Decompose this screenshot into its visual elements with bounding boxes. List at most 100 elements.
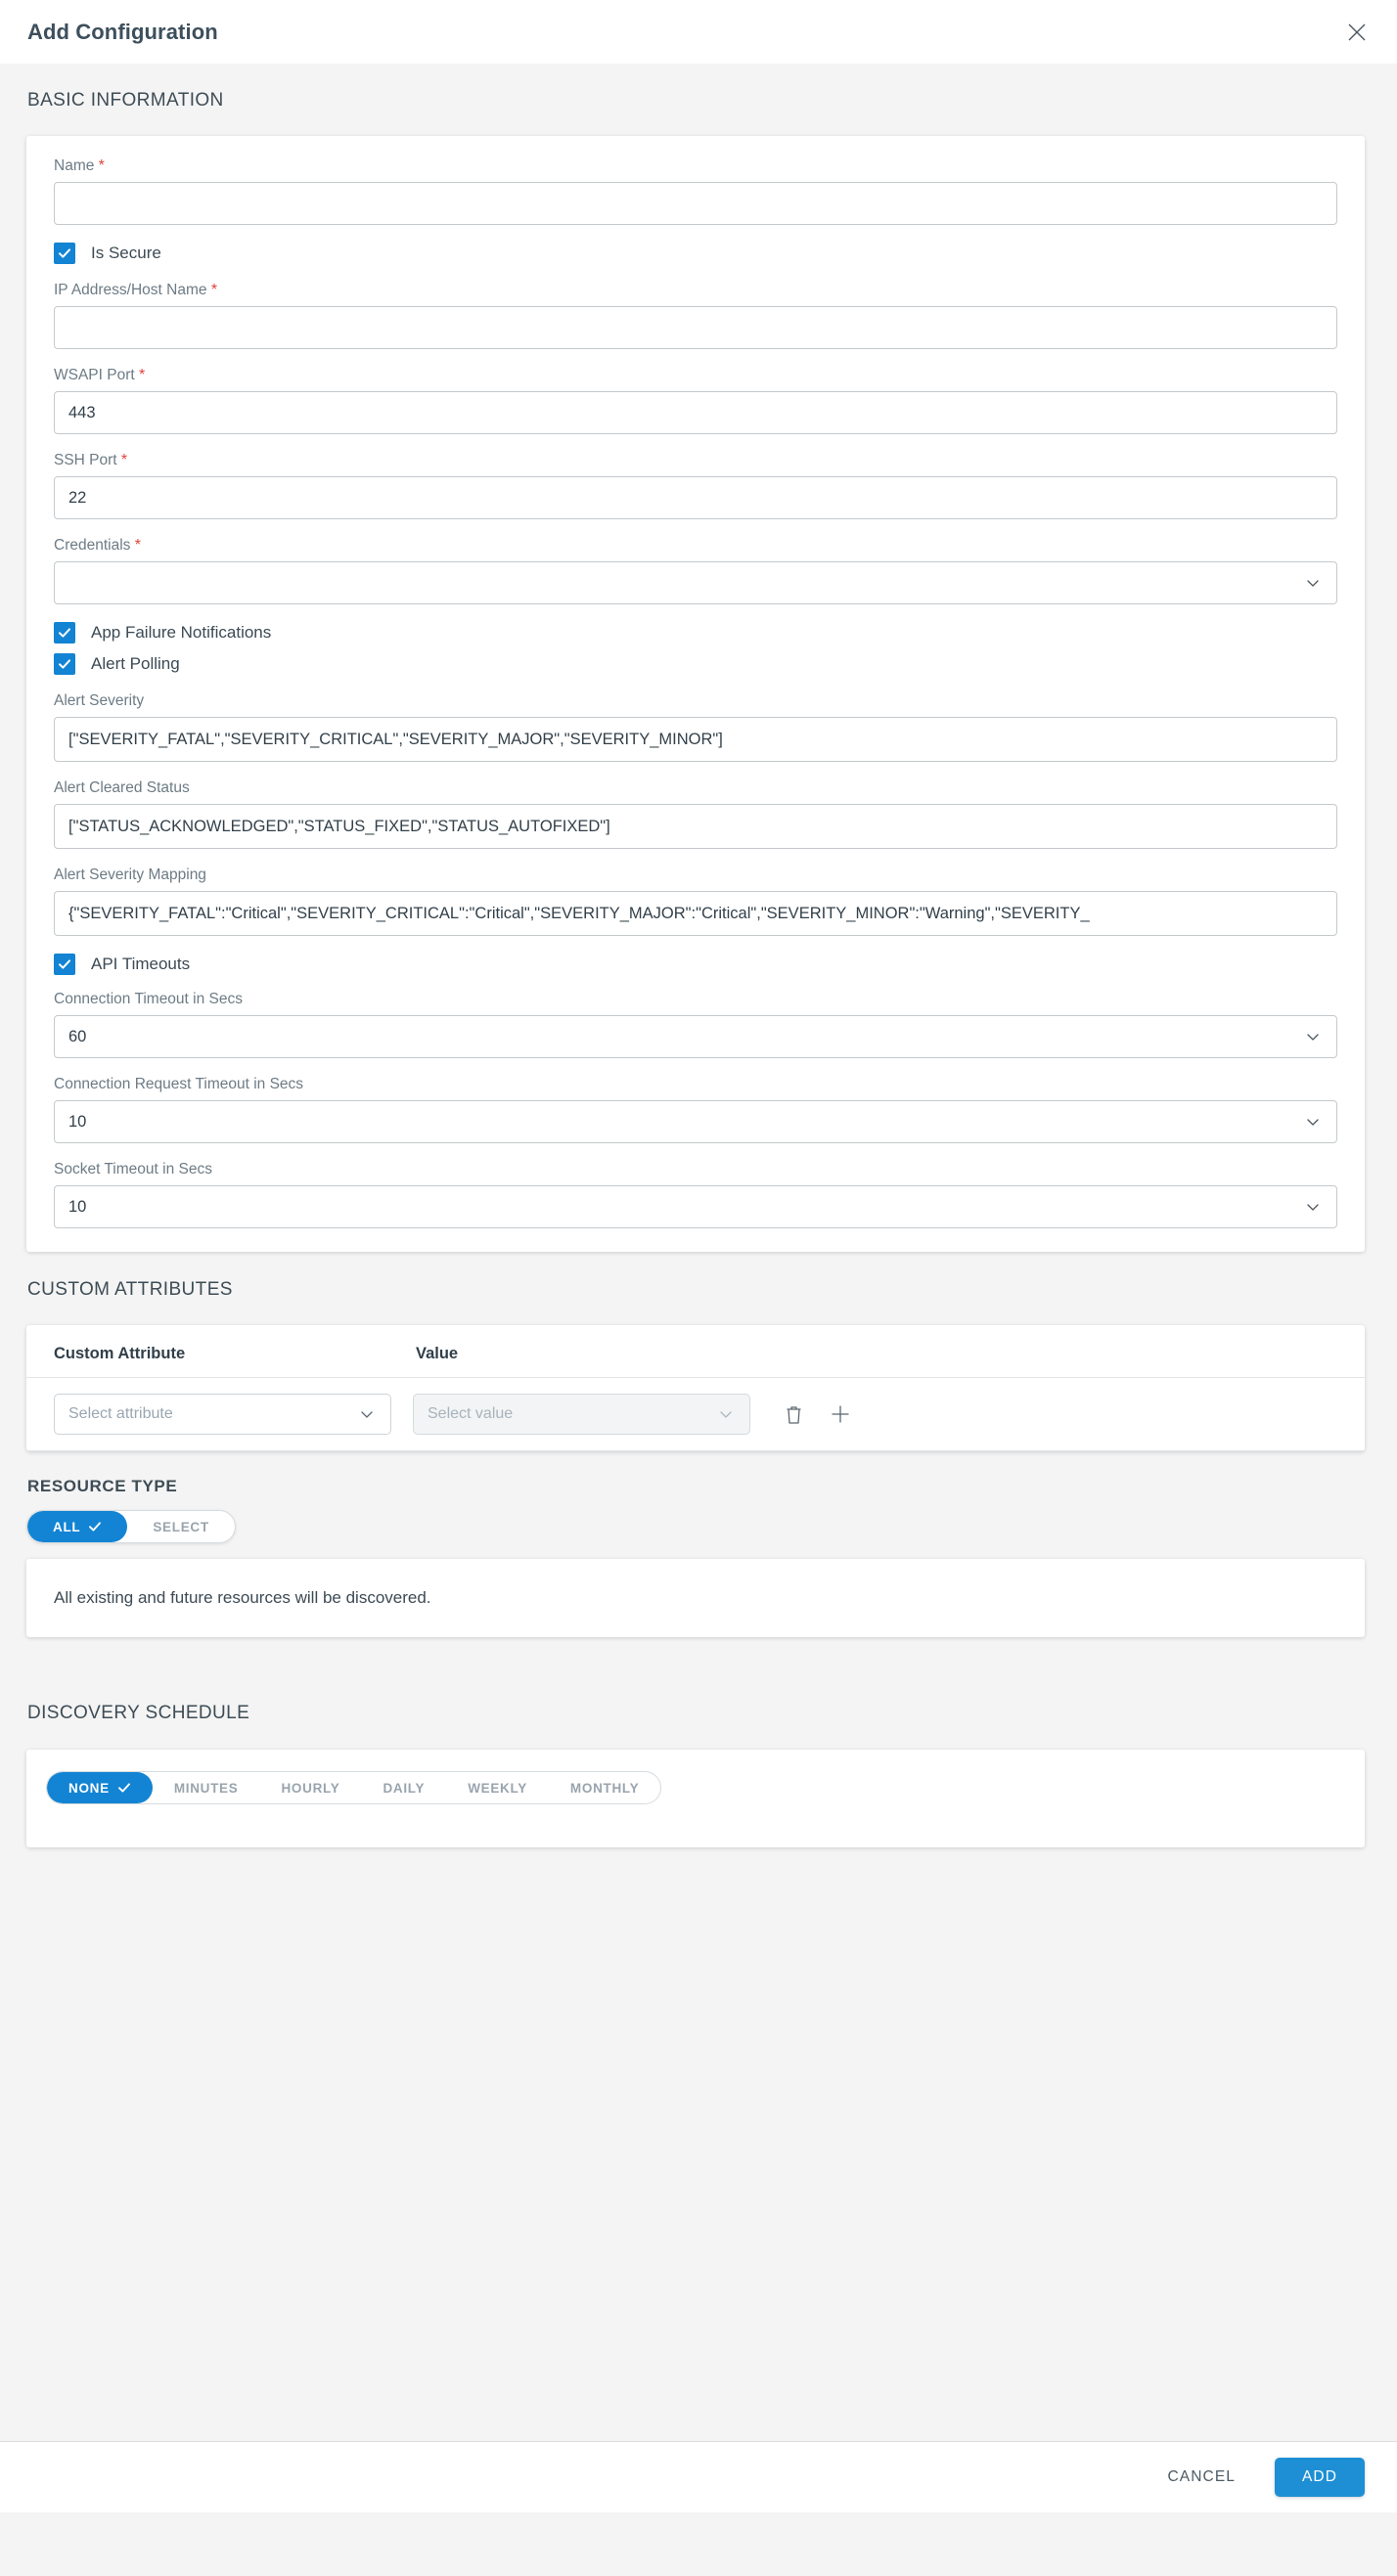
credentials-label: Credentials * [54,537,141,554]
section-resource-type: RESOURCE TYPE [27,1477,178,1495]
checkbox-app-failure-notifications[interactable] [54,622,75,644]
field-wsapi-port: WSAPI Port * 443 [54,367,1337,434]
field-alert-severity-mapping: Alert Severity Mapping {"SEVERITY_FATAL"… [54,866,1337,936]
connection-request-timeout-label: Connection Request Timeout in Secs [54,1076,304,1092]
resource-type-option-select[interactable]: SELECT [127,1511,234,1542]
alert-severity-mapping-label: Alert Severity Mapping [54,866,206,883]
alert-severity-mapping-input[interactable]: {"SEVERITY_FATAL":"Critical","SEVERITY_C… [54,891,1337,936]
alert-cleared-status-label: Alert Cleared Status [54,779,190,796]
check-icon [88,1520,102,1533]
socket-timeout-label: Socket Timeout in Secs [54,1161,212,1177]
field-ssh-port: SSH Port * 22 [54,452,1337,519]
schedule-option-monthly[interactable]: MONTHLY [549,1772,660,1803]
ssh-port-label: SSH Port * [54,452,128,468]
plus-icon[interactable] [823,1397,858,1432]
schedule-monthly-label: MONTHLY [569,1780,640,1796]
chevron-down-icon [1305,1114,1321,1130]
custom-attributes-card: Custom Attribute Value Select attribute … [26,1325,1365,1451]
ip-address-input[interactable] [54,306,1337,349]
value-select[interactable]: Select value [413,1394,750,1435]
schedule-option-daily[interactable]: DAILY [361,1772,446,1803]
field-ip-address: IP Address/Host Name * [54,282,1337,349]
page-title: Add Configuration [27,19,218,44]
chevron-down-icon [359,1406,375,1422]
connection-request-timeout-value: 10 [68,1112,87,1131]
dialog-footer: CANCEL ADD [0,2441,1397,2512]
section-basic-information: BASIC INFORMATION [27,90,224,111]
custom-attributes-header: Custom Attribute Value [26,1325,1365,1378]
credentials-select[interactable] [54,561,1337,604]
schedule-hourly-label: HOURLY [281,1780,340,1796]
resource-type-option-all[interactable]: ALL [27,1511,128,1542]
column-header-value: Value [416,1345,459,1362]
alert-polling-row[interactable]: Alert Polling [54,653,1337,675]
required-marker: * [210,282,218,298]
schedule-minutes-label: MINUTES [173,1780,239,1796]
chevron-down-icon [718,1406,734,1422]
api-timeouts-label: API Timeouts [91,955,191,973]
alert-severity-label: Alert Severity [54,692,145,709]
resource-type-info-card: All existing and future resources will b… [26,1559,1365,1637]
required-marker: * [120,452,128,468]
field-credentials: Credentials * [54,537,1337,604]
alert-polling-label: Alert Polling [91,654,180,673]
field-connection-timeout: Connection Timeout in Secs 60 [54,991,1337,1058]
basic-information-card: Name * Is Secure IP Address/Host Name * … [26,136,1365,1252]
field-name: Name * [54,157,1337,225]
chevron-down-icon [1305,1199,1321,1215]
schedule-daily-label: DAILY [383,1780,426,1796]
connection-timeout-value: 60 [68,1027,87,1045]
required-marker: * [134,537,141,554]
name-input[interactable] [54,182,1337,225]
alert-severity-input[interactable]: ["SEVERITY_FATAL","SEVERITY_CRITICAL","S… [54,717,1337,762]
schedule-option-none[interactable]: NONE [47,1772,153,1803]
cancel-button[interactable]: CANCEL [1154,2459,1249,2496]
field-alert-severity: Alert Severity ["SEVERITY_FATAL","SEVERI… [54,692,1337,762]
schedule-option-hourly[interactable]: HOURLY [259,1772,361,1803]
connection-timeout-label: Connection Timeout in Secs [54,991,243,1007]
required-marker: * [139,367,146,383]
dialog-body: BASIC INFORMATION Name * Is Secure IP Ad… [0,64,1397,2576]
resource-type-toggle[interactable]: ALL SELECT [26,1510,236,1543]
connection-timeout-select[interactable]: 60 [54,1015,1337,1058]
field-alert-cleared-status: Alert Cleared Status ["STATUS_ACKNOWLEDG… [54,779,1337,849]
name-label: Name * [54,157,105,174]
wsapi-port-input[interactable]: 443 [54,391,1337,434]
column-header-custom-attribute: Custom Attribute [54,1345,186,1362]
schedule-weekly-label: WEEKLY [468,1780,527,1796]
socket-timeout-select[interactable]: 10 [54,1185,1337,1228]
checkbox-is-secure[interactable] [54,243,75,264]
chevron-down-icon [1305,575,1321,591]
resource-type-select-label: SELECT [153,1519,209,1534]
resource-type-all-label: ALL [53,1519,81,1534]
schedule-option-minutes[interactable]: MINUTES [153,1772,260,1803]
schedule-none-label: NONE [68,1780,110,1796]
section-custom-attributes: CUSTOM ATTRIBUTES [27,1279,233,1300]
attribute-select[interactable]: Select attribute [54,1394,391,1435]
app-failure-notifications-label: App Failure Notifications [91,623,272,642]
checkbox-alert-polling[interactable] [54,653,75,675]
api-timeouts-row[interactable]: API Timeouts [54,954,1337,975]
app-failure-notifications-row[interactable]: App Failure Notifications [54,622,1337,644]
discovery-schedule-toggle[interactable]: NONE MINUTES HOURLY DAILY WEEKLY MONTHLY [46,1771,662,1804]
schedule-option-weekly[interactable]: WEEKLY [446,1772,549,1803]
socket-timeout-value: 10 [68,1197,87,1216]
connection-request-timeout-select[interactable]: 10 [54,1100,1337,1143]
resource-type-description: All existing and future resources will b… [54,1588,431,1607]
checkbox-api-timeouts[interactable] [54,954,75,975]
add-button[interactable]: ADD [1275,2458,1365,2497]
value-placeholder: Select value [428,1405,514,1422]
attribute-placeholder: Select attribute [68,1405,173,1422]
dialog-header: Add Configuration [0,0,1397,64]
check-icon [117,1781,131,1795]
is-secure-row[interactable]: Is Secure [54,243,1337,264]
wsapi-port-label: WSAPI Port * [54,367,146,383]
trash-icon[interactable] [776,1397,811,1432]
custom-attribute-row: Select attribute Select value [26,1378,1365,1451]
ssh-port-input[interactable]: 22 [54,476,1337,519]
alert-cleared-status-input[interactable]: ["STATUS_ACKNOWLEDGED","STATUS_FIXED","S… [54,804,1337,849]
field-socket-timeout: Socket Timeout in Secs 10 [54,1161,1337,1228]
is-secure-label: Is Secure [91,244,161,262]
discovery-schedule-card: NONE MINUTES HOURLY DAILY WEEKLY MONTHLY [26,1750,1365,1847]
close-icon[interactable] [1342,18,1372,47]
